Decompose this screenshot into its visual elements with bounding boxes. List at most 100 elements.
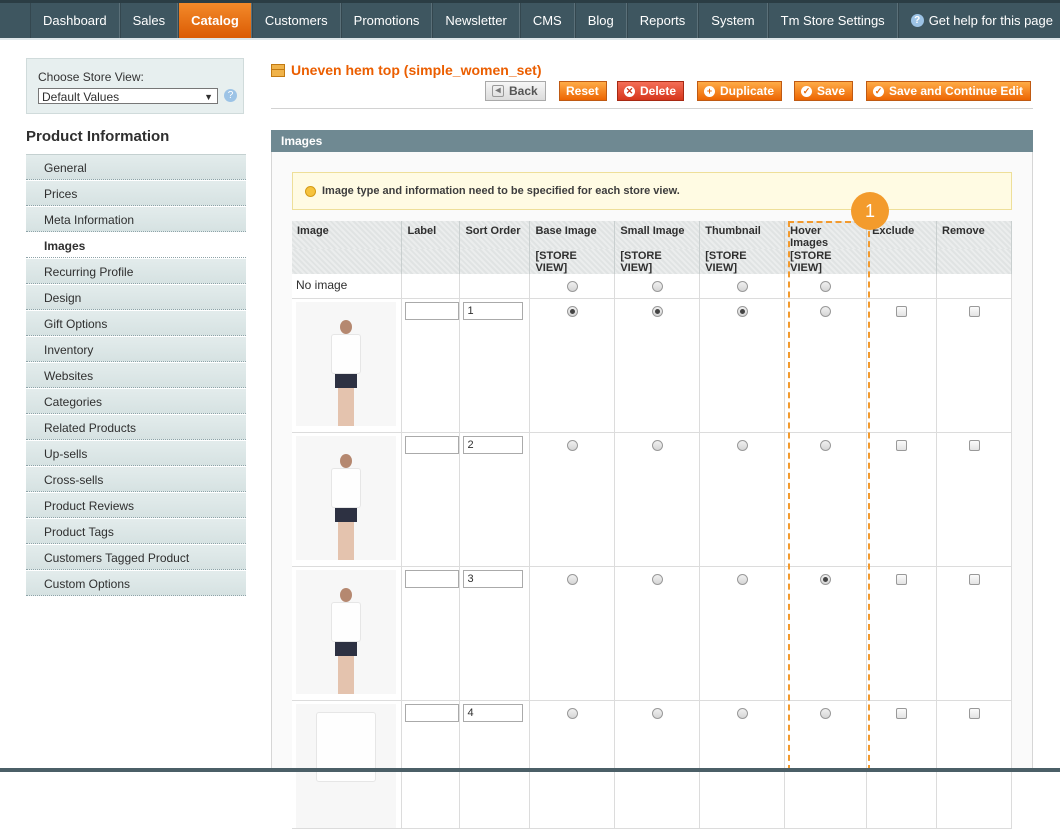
tab-websites[interactable]: Websites — [26, 362, 246, 388]
help-icon: ? — [910, 14, 924, 27]
small-image-radio[interactable] — [651, 439, 663, 451]
sort-order-input[interactable]: 2 — [463, 435, 524, 454]
sort-order-input[interactable]: 1 — [463, 301, 524, 320]
store-view-tag: [STORE VIEW] — [529, 249, 616, 274]
store-view-help-icon[interactable]: ? — [224, 89, 237, 102]
nav-catalog[interactable]: Catalog — [178, 3, 252, 38]
remove-checkbox[interactable] — [968, 439, 980, 451]
tab-up-sells[interactable]: Up-sells — [26, 440, 246, 466]
store-view-value: Default Values — [42, 90, 120, 104]
thumbnail-radio[interactable] — [736, 707, 748, 719]
thumbnail-radio[interactable] — [736, 305, 748, 317]
col-sort-order: Sort Order — [459, 221, 531, 249]
tab-categories[interactable]: Categories — [26, 388, 246, 414]
nav-customers[interactable]: Customers — [251, 3, 341, 38]
tab-general[interactable]: General — [26, 154, 246, 180]
nav-promotions[interactable]: Promotions — [340, 3, 433, 38]
tab-related-products[interactable]: Related Products — [26, 414, 246, 440]
tab-design[interactable]: Design — [26, 284, 246, 310]
small-image-radio[interactable] — [651, 707, 663, 719]
nav-sales[interactable]: Sales — [119, 3, 179, 38]
label-input[interactable] — [405, 301, 460, 320]
tab-cross-sells[interactable]: Cross-sells — [26, 466, 246, 492]
nav-blog[interactable]: Blog — [574, 3, 627, 38]
exclude-checkbox[interactable] — [896, 573, 908, 585]
label-input[interactable] — [405, 703, 460, 722]
sub-empty — [459, 249, 531, 274]
col-small-image: Small Image — [614, 221, 701, 249]
check-icon: ✓ — [801, 85, 812, 97]
col-label: Label — [401, 221, 461, 249]
header-divider — [0, 38, 1060, 40]
tab-images[interactable]: Images — [26, 232, 246, 258]
hover-images-highlight — [788, 221, 870, 771]
tab-recurring-profile[interactable]: Recurring Profile — [26, 258, 246, 284]
tab-gift-options[interactable]: Gift Options — [26, 310, 246, 336]
thumbnail-radio[interactable] — [736, 573, 748, 585]
col-remove: Remove — [936, 221, 1012, 249]
nav-system[interactable]: System — [698, 3, 768, 38]
label-input[interactable] — [405, 569, 460, 588]
base-image-radio[interactable] — [566, 439, 578, 451]
reset-button[interactable]: Reset — [559, 81, 607, 101]
tab-inventory[interactable]: Inventory — [26, 336, 246, 362]
nav-newsletter[interactable]: Newsletter — [432, 3, 520, 38]
label-input[interactable] — [405, 435, 460, 454]
back-button[interactable]: ◂ Back — [485, 81, 546, 101]
col-thumbnail: Thumbnail — [699, 221, 786, 249]
help-link[interactable]: ? Get help for this page — [897, 3, 1060, 38]
exclude-checkbox[interactable] — [896, 439, 908, 451]
thumbnail-radio[interactable] — [736, 281, 748, 292]
tab-product-reviews[interactable]: Product Reviews — [26, 492, 246, 518]
remove-checkbox[interactable] — [968, 305, 980, 317]
remove-checkbox[interactable] — [968, 707, 980, 719]
images-section-header: Images — [271, 130, 1033, 152]
save-label: Save — [817, 84, 846, 98]
product-title-text: Uneven hem top (simple_women_set) — [291, 62, 542, 78]
table-row: 2 — [292, 432, 1012, 567]
exclude-checkbox[interactable] — [896, 707, 908, 719]
sub-empty — [866, 249, 937, 274]
small-image-radio[interactable] — [651, 305, 663, 317]
save-button[interactable]: ✓ Save — [794, 81, 854, 101]
nav-reports[interactable]: Reports — [626, 3, 699, 38]
store-view-select[interactable]: Default Values ▼ — [38, 88, 218, 104]
tab-meta-information[interactable]: Meta Information — [26, 206, 246, 232]
nav-dashboard[interactable]: Dashboard — [30, 3, 120, 38]
product-tabs: General Prices Meta Information Images R… — [26, 154, 246, 596]
duplicate-button[interactable]: + Duplicate — [697, 81, 783, 101]
notice-box: Image type and information need to be sp… — [292, 172, 1012, 210]
small-image-radio[interactable] — [651, 281, 663, 292]
back-arrow-icon: ◂ — [492, 85, 504, 97]
tab-prices[interactable]: Prices — [26, 180, 246, 206]
dropdown-arrow-icon: ▼ — [204, 92, 213, 102]
sort-order-input[interactable]: 3 — [463, 569, 524, 588]
tab-product-tags[interactable]: Product Tags — [26, 518, 246, 544]
thumbnail-radio[interactable] — [736, 439, 748, 451]
table-row: 3 — [292, 566, 1012, 701]
base-image-radio[interactable] — [566, 573, 578, 585]
save-continue-label: Save and Continue Edit — [889, 84, 1024, 98]
delete-button[interactable]: ✕ Delete — [617, 81, 685, 101]
base-image-radio[interactable] — [566, 281, 578, 292]
delete-label: Delete — [640, 84, 677, 98]
delete-x-icon: ✕ — [624, 85, 635, 97]
sort-order-input[interactable]: 4 — [463, 703, 524, 722]
nav-tm-store-settings[interactable]: Tm Store Settings — [767, 3, 898, 38]
base-image-radio[interactable] — [566, 707, 578, 719]
sub-empty — [936, 249, 1012, 274]
store-view-label: Choose Store View: — [38, 70, 144, 84]
save-and-continue-button[interactable]: ✓ Save and Continue Edit — [866, 81, 1032, 101]
tab-customers-tagged-product[interactable]: Customers Tagged Product — [26, 544, 246, 570]
base-image-radio[interactable] — [566, 305, 578, 317]
back-label: Back — [509, 84, 538, 98]
table-row-no-image: No image — [292, 274, 1012, 299]
nav-cms[interactable]: CMS — [519, 3, 575, 38]
remove-checkbox[interactable] — [968, 573, 980, 585]
product-image — [296, 569, 396, 694]
small-image-radio[interactable] — [651, 573, 663, 585]
product-image — [296, 301, 396, 426]
exclude-checkbox[interactable] — [896, 305, 908, 317]
tab-custom-options[interactable]: Custom Options — [26, 570, 246, 596]
col-image: Image — [292, 221, 403, 249]
